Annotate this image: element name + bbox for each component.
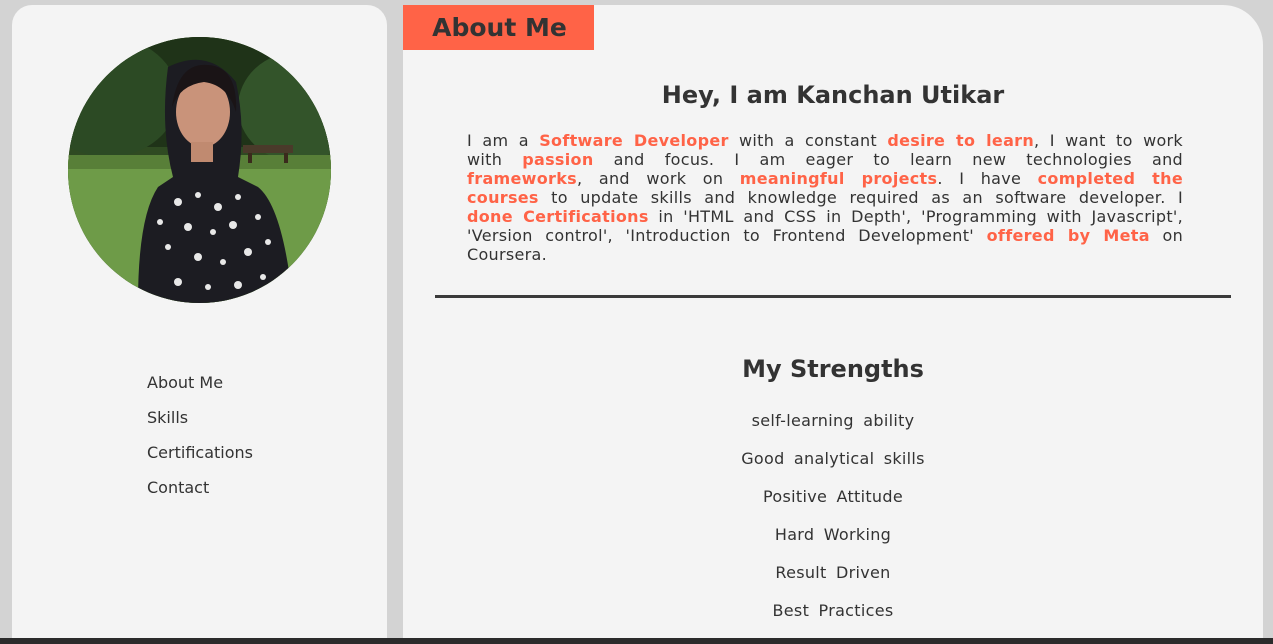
intro-highlight: desire to learn xyxy=(887,131,1035,150)
intro-paragraph: I am a Software Developer with a constan… xyxy=(467,131,1183,264)
nav-item-about-me[interactable]: About Me xyxy=(147,365,253,400)
page: About Me Skills Certifications Contact A… xyxy=(0,0,1273,644)
strength-item: Best Practices xyxy=(772,601,894,620)
avatar xyxy=(68,37,331,303)
section-tab-about-me: About Me xyxy=(403,5,594,50)
intro-highlight: frameworks xyxy=(467,169,577,188)
main-panel: About Me Hey, I am Kanchan Utikar I am a… xyxy=(403,5,1263,638)
intro-text: I am a xyxy=(467,131,540,150)
sidebar-nav: About Me Skills Certifications Contact xyxy=(147,365,253,505)
strength-item: Hard Working xyxy=(774,525,892,544)
intro-text: with a constant xyxy=(728,131,888,150)
intro-highlight: passion xyxy=(522,150,594,169)
strength-item: Result Driven xyxy=(775,563,891,582)
strength-item: Positive Attitude xyxy=(763,487,903,506)
intro-highlight: done Certifications xyxy=(467,207,649,226)
nav-item-certifications[interactable]: Certifications xyxy=(147,435,253,470)
strengths-heading: My Strengths xyxy=(742,355,924,383)
sidebar: About Me Skills Certifications Contact xyxy=(12,5,387,638)
intro-highlight: offered by Meta xyxy=(986,226,1150,245)
intro-text: to update skills and knowledge required … xyxy=(538,188,1183,207)
intro-highlight: Software Developer xyxy=(539,131,729,150)
nav-item-contact[interactable]: Contact xyxy=(147,470,253,505)
intro-text: and focus. I am eager to learn new techn… xyxy=(593,150,1184,169)
nav-item-skills[interactable]: Skills xyxy=(147,400,253,435)
strength-item: Good analytical skills xyxy=(741,449,925,468)
profile-photo xyxy=(68,37,331,303)
intro-heading: Hey, I am Kanchan Utikar xyxy=(661,81,1005,109)
intro-text: . I have xyxy=(937,169,1038,188)
intro-highlight: meaningful projects xyxy=(739,169,938,188)
strength-item: self-learning ability xyxy=(751,411,915,430)
strengths-list: self-learning ability Good analytical sk… xyxy=(403,402,1263,630)
window-bottom-edge xyxy=(0,638,1273,644)
section-divider xyxy=(435,295,1231,298)
intro-text: , and work on xyxy=(577,169,740,188)
